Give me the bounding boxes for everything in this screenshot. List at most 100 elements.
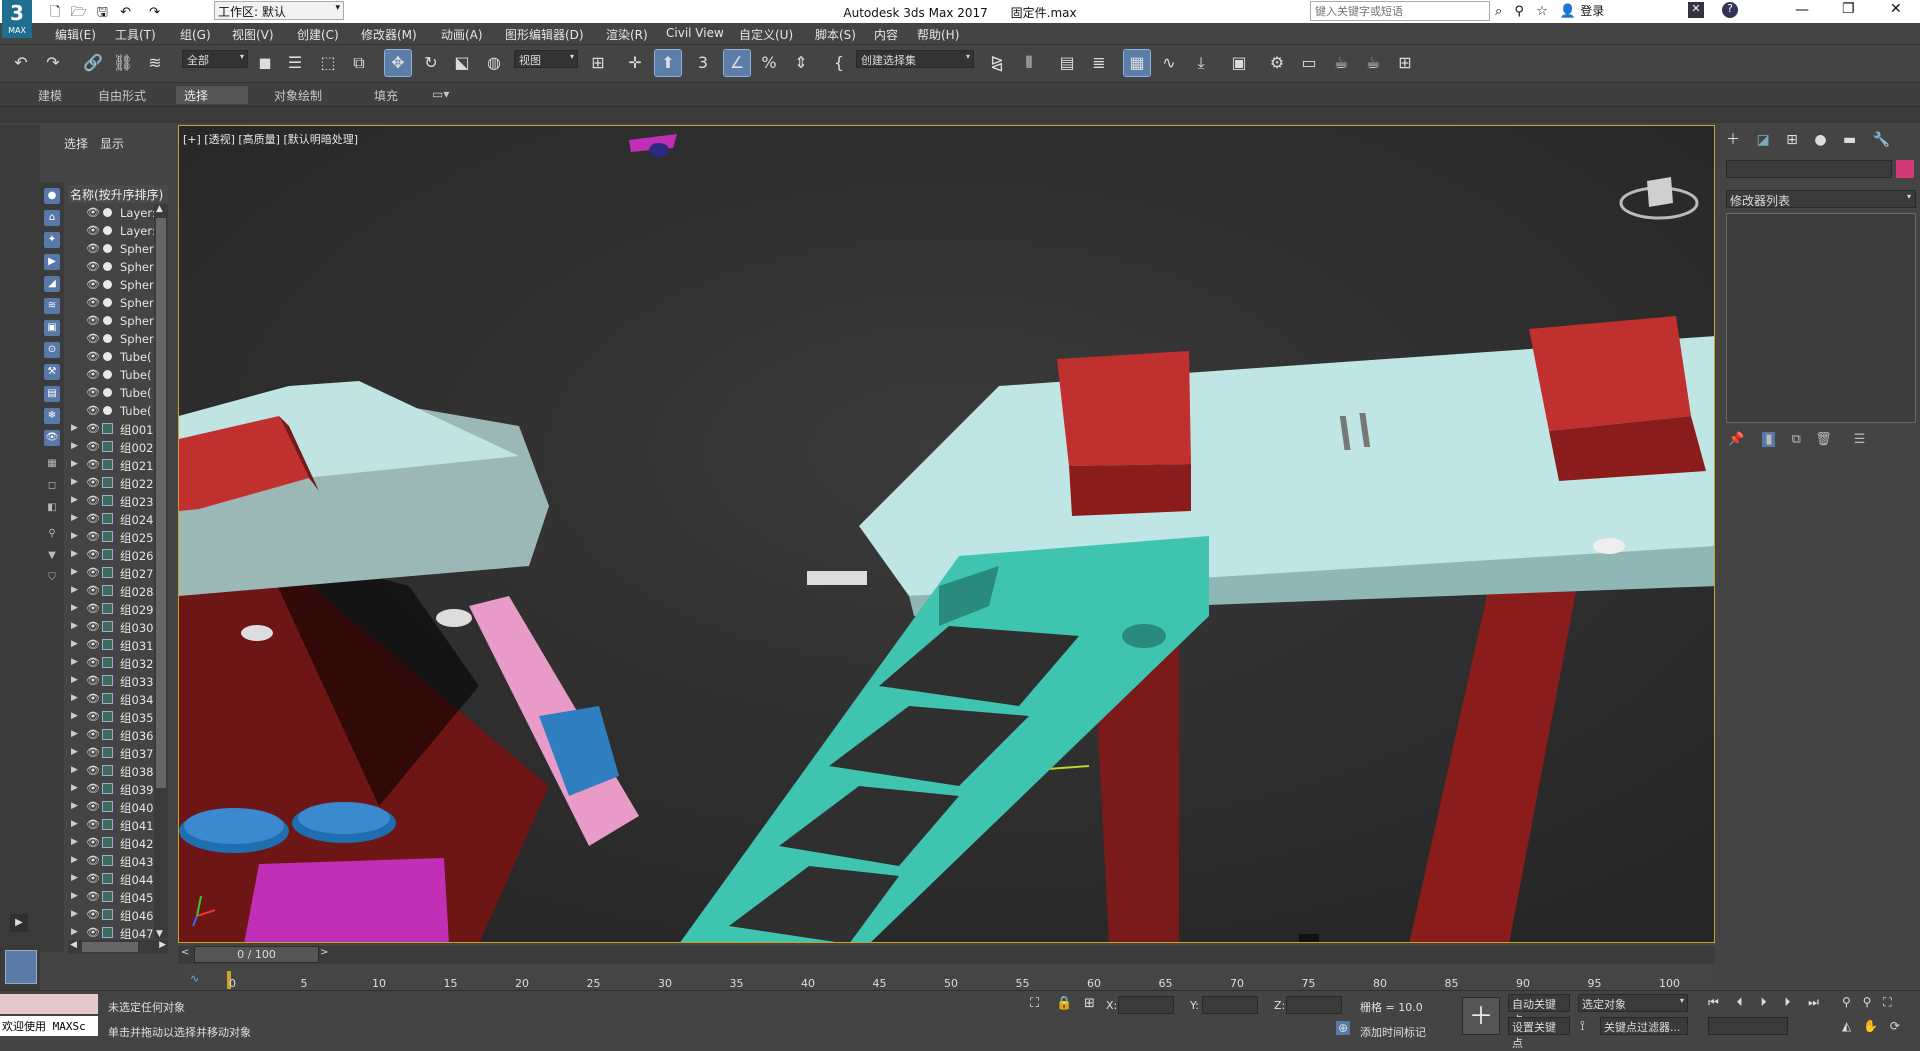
help-icon[interactable]: ? bbox=[1722, 2, 1738, 18]
remove-modifier-icon[interactable]: 🗑 bbox=[1815, 432, 1832, 447]
menu-item-tools[interactable]: 工具(T) bbox=[115, 26, 156, 43]
angle-snap-icon[interactable]: ∠ bbox=[723, 49, 751, 77]
modifier-stack[interactable] bbox=[1726, 213, 1916, 423]
geometry-filter-icon[interactable]: ● bbox=[44, 188, 60, 204]
tab-populate[interactable]: 填充 bbox=[366, 86, 406, 104]
schematic-view-icon[interactable]: ⤓ bbox=[1188, 50, 1214, 76]
time-next-arrow-icon[interactable]: > bbox=[320, 947, 328, 958]
menu-item-animation[interactable]: 动画(A) bbox=[441, 26, 483, 43]
motion-tab-icon[interactable]: ● bbox=[1814, 132, 1826, 148]
visibility-eye-icon[interactable]: 👁 bbox=[86, 224, 100, 237]
menu-item-help[interactable]: 帮助(H) bbox=[917, 26, 959, 43]
scene-explorer-row[interactable]: ▶ 👁 组038 bbox=[68, 762, 168, 780]
scene-explorer-row[interactable]: 👁 Spher bbox=[68, 294, 168, 312]
visibility-eye-icon[interactable]: 👁 bbox=[86, 620, 100, 633]
bind-space-warp-icon[interactable]: ≋ bbox=[142, 50, 168, 76]
expand-arrow-icon[interactable]: ▶ bbox=[71, 747, 78, 757]
ribbon-options-icon[interactable]: ▭▾ bbox=[424, 86, 457, 104]
tab-selection[interactable]: 选择 bbox=[176, 86, 248, 104]
scene-explorer-row[interactable]: ▶ 👁 组045 bbox=[68, 888, 168, 906]
hierarchy-tab-icon[interactable]: ⊞ bbox=[1786, 132, 1798, 148]
exchange-icon[interactable]: ✕ bbox=[1688, 2, 1704, 18]
expand-arrow-icon[interactable]: ▶ bbox=[71, 459, 78, 469]
scene-explorer-row[interactable]: 👁 Tube( bbox=[68, 384, 168, 402]
app-logo[interactable]: 3 MAX bbox=[2, 0, 32, 38]
scene-explorer-row[interactable]: ▶ 👁 组034 bbox=[68, 690, 168, 708]
previous-frame-icon[interactable]: ⏴ bbox=[1737, 995, 1743, 1009]
make-unique-icon[interactable]: ⧉ bbox=[1792, 432, 1801, 447]
modify-tab-icon[interactable]: ◪ bbox=[1756, 132, 1769, 148]
select-by-name-icon[interactable]: ☰ bbox=[282, 50, 308, 76]
scene-explorer-scrollbar[interactable]: ▲ ▼ bbox=[154, 204, 168, 939]
login-link[interactable]: 登录 bbox=[1580, 4, 1604, 18]
visibility-eye-icon[interactable]: 👁 bbox=[86, 530, 100, 543]
visibility-eye-icon[interactable]: 👁 bbox=[86, 458, 100, 471]
star-icon[interactable]: ☆ bbox=[1536, 4, 1548, 19]
modifier-list-dropdown[interactable]: 修改器列表 ▾ bbox=[1726, 190, 1916, 208]
scene-explorer-column-header[interactable]: 名称(按升序排序) bbox=[68, 185, 168, 203]
visibility-eye-icon[interactable]: 👁 bbox=[86, 854, 100, 867]
tab-freeform[interactable]: 自由形式 bbox=[90, 86, 154, 104]
expand-arrow-icon[interactable]: ▶ bbox=[71, 837, 78, 847]
visibility-eye-icon[interactable]: 👁 bbox=[86, 422, 100, 435]
visibility-eye-icon[interactable]: 👁 bbox=[86, 872, 100, 885]
lights-filter-icon[interactable]: ✦ bbox=[44, 232, 60, 248]
filter-icon[interactable]: ▼ bbox=[44, 548, 60, 564]
key-filters-button[interactable]: 关键点过滤器... bbox=[1600, 1017, 1688, 1035]
select-manipulate-icon[interactable]: ✛ bbox=[622, 50, 648, 76]
visibility-eye-icon[interactable]: 👁 bbox=[86, 242, 100, 255]
scene-explorer-row[interactable]: ▶ 👁 组032 bbox=[68, 654, 168, 672]
expand-arrow-icon[interactable]: ▶ bbox=[71, 567, 78, 577]
scene-explorer-row[interactable]: 👁 Spher bbox=[68, 276, 168, 294]
menu-item-edit[interactable]: 编辑(E) bbox=[55, 26, 96, 43]
scene-explorer-row[interactable]: ▶ 👁 组027 bbox=[68, 564, 168, 582]
hscroll-thumb[interactable] bbox=[82, 942, 138, 952]
set-key-button[interactable]: 设置关键点 bbox=[1508, 1017, 1570, 1050]
named-selection-sets-dropdown[interactable]: 创建选择集 ▾ bbox=[856, 50, 974, 68]
expand-arrow-icon[interactable]: ▶ bbox=[71, 909, 78, 919]
selection-lock-icon[interactable]: 🔒 bbox=[1056, 996, 1072, 1011]
close-button[interactable]: ✕ bbox=[1890, 1, 1902, 17]
scene-explorer-row[interactable]: ▶ 👁 组025 bbox=[68, 528, 168, 546]
menu-item-modifiers[interactable]: 修改器(M) bbox=[361, 26, 417, 43]
default-tangent-icon[interactable]: ⟟ bbox=[1580, 1019, 1585, 1034]
reference-coord-dropdown[interactable]: 视图 ▾ bbox=[514, 50, 578, 68]
scene-explorer-row[interactable]: ▶ 👁 组029 bbox=[68, 600, 168, 618]
scene-explorer-row[interactable]: ▶ 👁 组042 bbox=[68, 834, 168, 852]
display-all-icon[interactable]: ▦ bbox=[44, 456, 60, 472]
track-bar[interactable]: ∿ 0 5 10 15 20 25 30 35 40 45 50 55 60 65 70 75 80 85 90 95… bbox=[178, 966, 1715, 992]
viewport-layout-icon[interactable] bbox=[5, 950, 37, 984]
menu-item-group[interactable]: 组(G) bbox=[180, 26, 211, 43]
scene-explorer-row[interactable]: 👁 Tube( bbox=[68, 366, 168, 384]
invert-display-icon[interactable]: ◧ bbox=[44, 500, 60, 516]
scene-explorer-row[interactable]: ▶ 👁 组036 bbox=[68, 726, 168, 744]
render-in-cloud-icon[interactable]: ⊞ bbox=[1392, 50, 1418, 76]
expand-arrow-icon[interactable]: ▶ bbox=[71, 441, 78, 451]
scene-explorer-row[interactable]: ▶ 👁 组002 bbox=[68, 438, 168, 456]
menu-item-content[interactable]: 内容 bbox=[874, 26, 898, 43]
spinner-snap-icon[interactable]: ⇕ bbox=[788, 50, 814, 76]
expand-arrow-icon[interactable]: ▶ bbox=[10, 914, 28, 932]
scene-explorer-row[interactable]: ▶ 👁 组035 bbox=[68, 708, 168, 726]
containers-filter-icon[interactable]: ▤ bbox=[44, 386, 60, 402]
absolute-mode-icon[interactable]: ⊞ bbox=[1084, 996, 1095, 1011]
scroll-thumb[interactable] bbox=[156, 218, 166, 788]
visibility-eye-icon[interactable]: 👁 bbox=[86, 404, 100, 417]
expand-arrow-icon[interactable]: ▶ bbox=[71, 855, 78, 865]
maximize-button[interactable]: ❐ bbox=[1842, 1, 1855, 17]
visibility-eye-icon[interactable]: 👁 bbox=[86, 908, 100, 921]
create-tab-icon[interactable]: ＋ bbox=[1726, 132, 1740, 148]
show-end-result-icon[interactable]: ▮ bbox=[1762, 432, 1776, 447]
scene-explorer-row[interactable]: 👁 Layer: bbox=[68, 222, 168, 240]
select-object-icon[interactable]: ◼ bbox=[252, 50, 278, 76]
rendered-frame-window-icon[interactable]: ▭ bbox=[1296, 50, 1322, 76]
scene-explorer-row[interactable]: ▶ 👁 组041 bbox=[68, 816, 168, 834]
display-tab-icon[interactable]: ▬ bbox=[1843, 132, 1856, 148]
pin-stack-icon[interactable]: 📌 bbox=[1728, 432, 1744, 447]
hidden-filter-icon[interactable]: 👁 bbox=[44, 430, 60, 446]
expand-arrow-icon[interactable]: ▶ bbox=[71, 819, 78, 829]
visibility-eye-icon[interactable]: 👁 bbox=[86, 476, 100, 489]
y-coordinate-field[interactable] bbox=[1202, 996, 1258, 1014]
visibility-eye-icon[interactable]: 👁 bbox=[86, 566, 100, 579]
scene-explorer-row[interactable]: ▶ 👁 组047 bbox=[68, 924, 168, 939]
